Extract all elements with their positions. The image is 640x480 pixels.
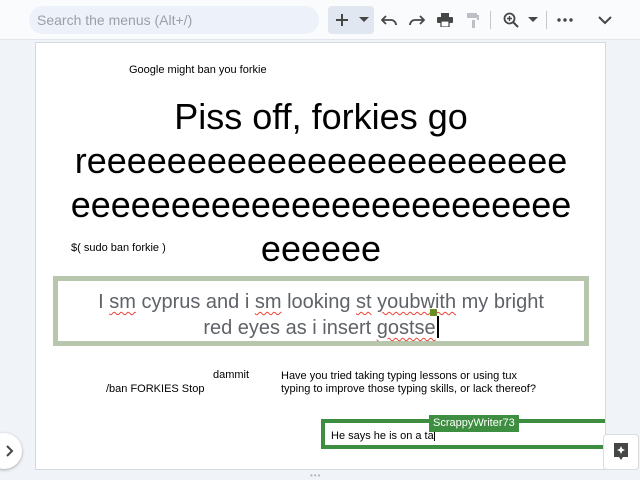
google-might-ban-text[interactable]: Google might ban you forkie <box>129 64 267 76</box>
chevron-right-icon <box>6 445 14 457</box>
toolbar: Search the menus (Alt+/) <box>0 0 640 40</box>
misspelled-word[interactable]: st <box>356 291 372 313</box>
slide-canvas: Google might ban you forkie Piss off, fo… <box>0 40 640 480</box>
collaborator-cursor-flag <box>430 309 437 316</box>
misspelled-word[interactable]: sm <box>255 291 282 313</box>
ban-forkies-text[interactable]: /ban FORKIES Stop <box>106 383 204 395</box>
plus-icon[interactable] <box>332 8 352 32</box>
active-text-line: red eyes as i insert gostse <box>58 315 584 341</box>
zoom-dropdown-icon[interactable] <box>526 8 540 32</box>
misspelled-word[interactable]: sm <box>109 291 136 313</box>
active-text-content: I sm cyprus and i sm looking st youbwith… <box>58 289 584 341</box>
sudo-ban-text[interactable]: $( sudo ban forkie ) <box>71 242 166 254</box>
slide[interactable]: Google might ban you forkie Piss off, fo… <box>35 42 606 470</box>
more-options-icon[interactable] <box>554 8 576 32</box>
undo-icon[interactable] <box>378 8 400 32</box>
explore-button[interactable] <box>603 434 639 470</box>
paint-format-icon[interactable] <box>462 8 484 32</box>
active-text-line: I sm cyprus and i sm looking st youbwith… <box>98 291 544 313</box>
zoom-icon[interactable] <box>500 8 522 32</box>
misspelled-word[interactable]: gostse <box>377 317 436 339</box>
active-text-box[interactable]: I sm cyprus and i sm looking st youbwith… <box>53 276 589 346</box>
redo-icon[interactable] <box>406 8 428 32</box>
sparkle-icon <box>614 443 628 460</box>
dammit-text[interactable]: dammit <box>213 369 249 381</box>
collapse-toolbar-icon[interactable] <box>594 8 616 32</box>
text-caret <box>436 316 439 338</box>
collaborator-text: He says he is on a ta <box>331 429 435 442</box>
insert-dropdown-icon[interactable] <box>356 8 372 32</box>
title-line: eeeeeeeeeeeeeeeeeeeeeeeee <box>70 184 572 225</box>
misspelled-word[interactable]: youbwith <box>377 291 456 313</box>
collaborator-name-label: ScrappyWriter73 <box>429 415 519 432</box>
panel-drag-handle[interactable]: ••• <box>310 471 321 480</box>
typing-lessons-text[interactable]: Have you tried taking typing lessons or … <box>281 370 536 396</box>
search-placeholder: Search the menus (Alt+/) <box>37 12 193 28</box>
title-line: reeeeeeeeeeeeeeeeeeeeeeee <box>74 140 568 181</box>
title-line: Piss off, forkies go <box>174 96 468 137</box>
toolbar-divider <box>546 11 547 29</box>
search-menus-input[interactable]: Search the menus (Alt+/) <box>29 6 319 34</box>
toolbar-divider <box>490 11 491 29</box>
print-icon[interactable] <box>434 8 456 32</box>
